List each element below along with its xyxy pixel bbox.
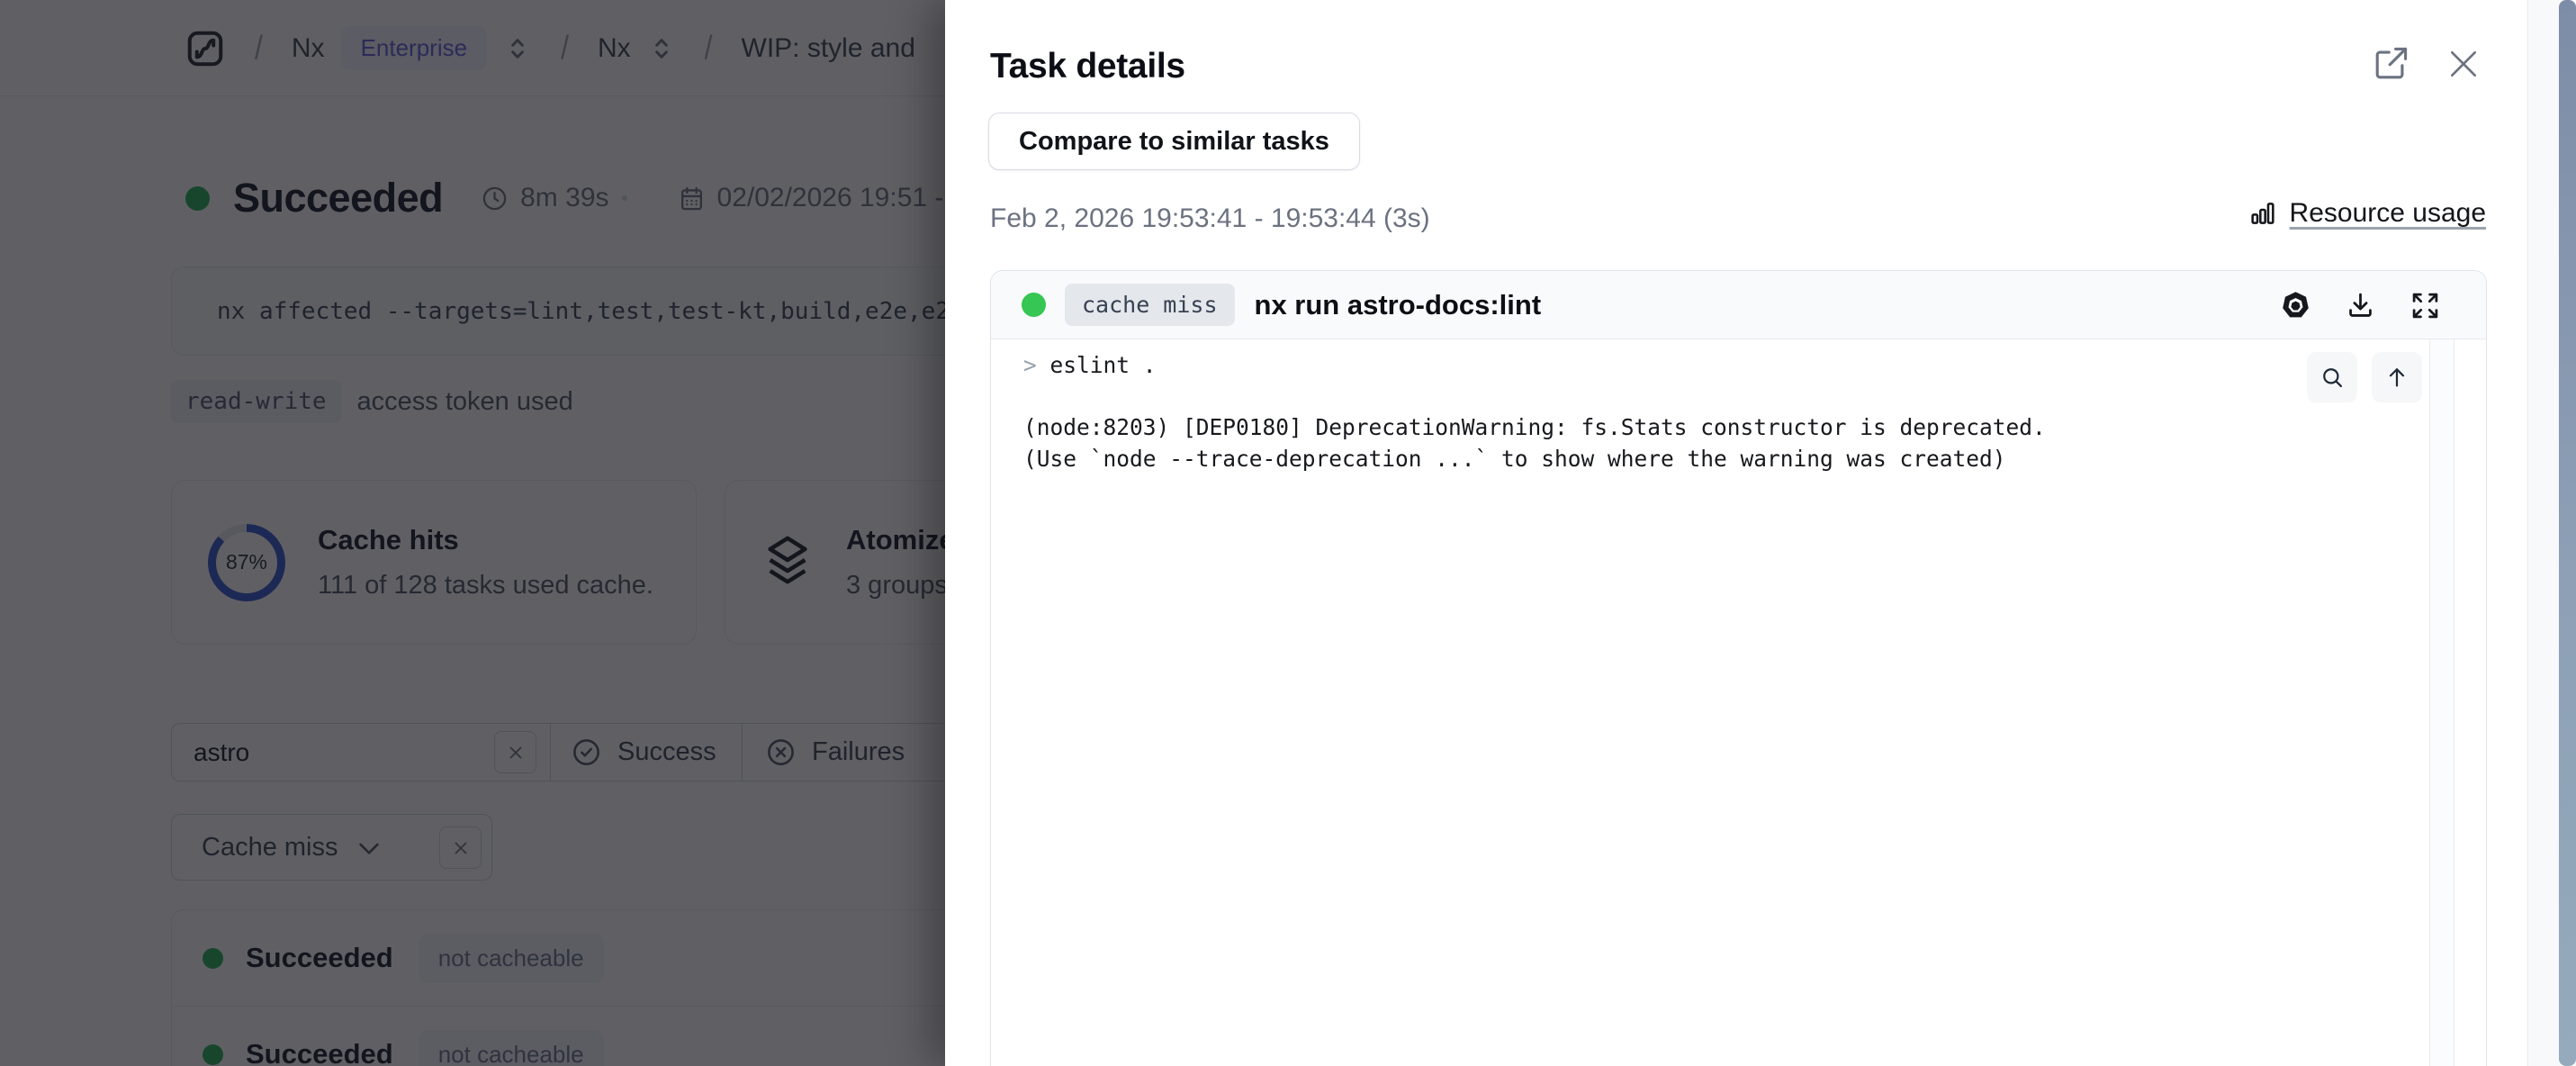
close-panel-button[interactable] [2446, 47, 2481, 81]
terminal-lines: > eslint . (node:8203) [DEP0180] Depreca… [991, 339, 2486, 474]
resource-usage-link[interactable]: Resource usage [2248, 198, 2486, 229]
open-in-new-tab-button[interactable] [2372, 43, 2411, 83]
task-details-panel: Task details Compare to similar tasks Fe… [945, 0, 2576, 1066]
search-log-button[interactable] [2307, 352, 2357, 402]
compare-similar-tasks-button[interactable]: Compare to similar tasks [988, 113, 1360, 170]
cache-status-badge: cache miss [1065, 284, 1235, 326]
panel-scrollbar-track[interactable] [2527, 0, 2576, 1066]
bar-chart-icon [2248, 199, 2277, 228]
expand-icon [2409, 290, 2441, 321]
arrow-up-icon [2384, 365, 2409, 390]
terminal-tools [2307, 352, 2422, 402]
search-icon [2319, 365, 2345, 390]
terminal-command: eslint . [1037, 352, 1157, 378]
terminal-line: (node:8203) [DEP0180] DeprecationWarning… [1023, 412, 2486, 444]
task-time-range: Feb 2, 2026 19:53:41 - 19:53:44 (3s) [990, 203, 1430, 234]
panel-title: Task details [990, 47, 1185, 86]
panel-scrollbar-thumb[interactable] [2559, 0, 2576, 1066]
task-name: nx run astro-docs:lint [1255, 289, 1542, 321]
resource-usage-label: Resource usage [2290, 198, 2486, 229]
scroll-to-top-button[interactable] [2372, 352, 2422, 402]
external-link-icon [2372, 43, 2411, 83]
terminal-prompt: > [1023, 352, 1037, 378]
toggle-output-visibility-button[interactable] [2280, 290, 2311, 321]
terminal-header: cache miss nx run astro-docs:lint [991, 271, 2486, 339]
eye-icon [2280, 290, 2311, 321]
status-dot-green [1022, 293, 1046, 317]
close-icon [2446, 47, 2481, 81]
fullscreen-button[interactable] [2409, 290, 2441, 321]
download-icon [2345, 290, 2376, 321]
terminal-line: (Use `node --trace-deprecation ...` to s… [1023, 444, 2486, 475]
terminal-actions [2280, 271, 2441, 339]
terminal-scrollbar-track[interactable] [2429, 339, 2454, 1066]
task-terminal-card: cache miss nx run astro-docs:lint [990, 270, 2487, 1066]
screen: / Nx Enterprise / Nx [0, 0, 2576, 1066]
terminal-output[interactable]: > eslint . (node:8203) [DEP0180] Depreca… [991, 339, 2486, 1066]
download-log-button[interactable] [2345, 290, 2376, 321]
